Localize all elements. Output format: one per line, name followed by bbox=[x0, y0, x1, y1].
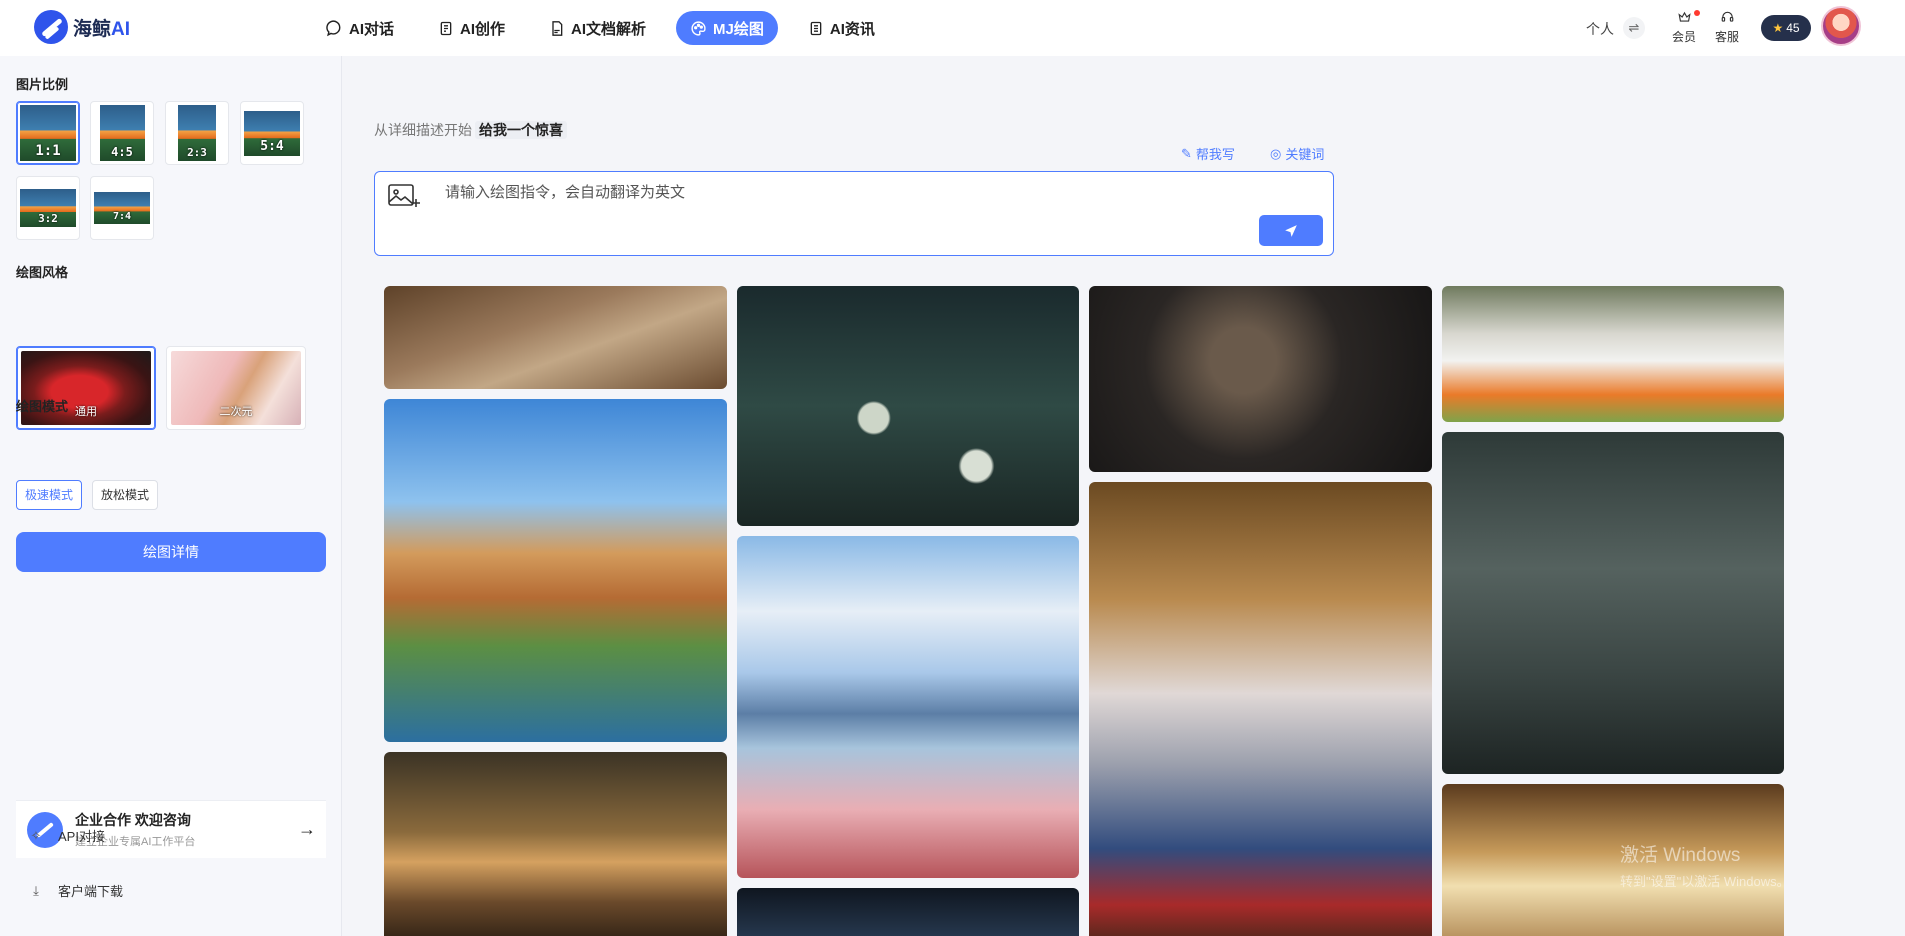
send-button[interactable] bbox=[1259, 215, 1323, 246]
surprise-me-button[interactable]: 给我一个惊喜 bbox=[475, 121, 567, 139]
windows-activation-watermark: 激活 Windows 转到"设置"以激活 Windows。 bbox=[1620, 845, 1790, 889]
nav-ai-create[interactable]: AI创作 bbox=[424, 11, 519, 45]
personal-label[interactable]: 个人 bbox=[1586, 19, 1614, 39]
ratio-option-2-3[interactable]: 2:3 bbox=[165, 101, 229, 165]
ratio-option-1-1[interactable]: 1:1 bbox=[16, 101, 80, 165]
ratio-thumbnail: 1:1 bbox=[20, 105, 76, 161]
help-write-button[interactable]: ✎ 帮我写 bbox=[1181, 144, 1235, 163]
main-nav: AI对话 AI创作 AI文档解析 MJ绘图 AI资讯 bbox=[312, 11, 905, 45]
image-gallery bbox=[374, 286, 1864, 936]
download-icon: ⤓ bbox=[33, 882, 39, 898]
send-icon bbox=[1285, 224, 1297, 237]
gallery-image[interactable] bbox=[384, 752, 727, 936]
notebook-icon bbox=[440, 21, 452, 35]
gallery-image[interactable] bbox=[1442, 432, 1784, 774]
keywords-button[interactable]: ◎ 关键词 bbox=[1270, 144, 1324, 163]
prompt-box bbox=[374, 171, 1334, 256]
app-logo[interactable]: 海鲸AI bbox=[34, 10, 130, 44]
prompt-input[interactable] bbox=[445, 180, 1185, 204]
user-avatar[interactable] bbox=[1821, 6, 1861, 46]
chat-bubble-icon bbox=[326, 19, 341, 36]
top-header: 海鲸AI AI对话 AI创作 AI文档解析 MJ绘图 AI资讯 个人 ⇌ 会员 … bbox=[0, 0, 1905, 56]
ratio-thumbnail: 7:4 bbox=[94, 192, 150, 224]
draw-detail-button[interactable]: 绘图详情 bbox=[16, 532, 326, 572]
logo-text: 海鲸AI bbox=[73, 18, 131, 40]
gallery-image[interactable] bbox=[1442, 286, 1784, 422]
nav-ai-news[interactable]: AI资讯 bbox=[794, 11, 889, 45]
swap-icon[interactable]: ⇌ bbox=[1623, 17, 1645, 39]
gallery-image[interactable] bbox=[1089, 482, 1432, 936]
news-icon bbox=[810, 21, 822, 35]
ratio-thumbnail: 3:2 bbox=[20, 189, 76, 227]
ratio-title: 图片比例 bbox=[16, 77, 69, 92]
palette-icon bbox=[691, 20, 706, 36]
style-option-anime[interactable]: 二次元 bbox=[166, 346, 306, 430]
vip-button[interactable]: 会员 bbox=[1668, 10, 1700, 45]
ratio-thumbnail: 4:5 bbox=[99, 105, 145, 161]
notification-dot bbox=[1694, 10, 1700, 16]
arrow-right-icon: → bbox=[298, 819, 316, 839]
mode-fast-button[interactable]: 极速模式 bbox=[16, 480, 83, 510]
ratio-option-3-2[interactable]: 3:2 bbox=[16, 176, 80, 240]
headset-icon bbox=[1711, 10, 1743, 27]
edit-icon: ✎ bbox=[1181, 145, 1192, 161]
target-icon: ◎ bbox=[1270, 145, 1282, 161]
nav-mj-draw[interactable]: MJ绘图 bbox=[676, 11, 778, 45]
ratio-thumbnail: 5:4 bbox=[244, 110, 300, 156]
style-option-general[interactable]: 通用 bbox=[16, 346, 156, 430]
ratio-option-7-4[interactable]: 7:4 bbox=[90, 176, 154, 240]
gallery-image[interactable] bbox=[737, 536, 1079, 878]
service-button[interactable]: 客服 bbox=[1711, 10, 1743, 45]
api-link[interactable]: ✧ API对接 bbox=[28, 826, 105, 845]
ratio-option-4-5[interactable]: 4:5 bbox=[90, 101, 154, 165]
gallery-image[interactable] bbox=[737, 888, 1079, 936]
points-badge[interactable]: ★ 45 bbox=[1761, 15, 1811, 41]
mode-title: 绘图模式 bbox=[16, 399, 69, 414]
ratio-option-5-4[interactable]: 5:4 bbox=[240, 101, 304, 165]
nav-ai-doc[interactable]: AI文档解析 bbox=[535, 11, 660, 45]
gallery-image[interactable] bbox=[384, 399, 727, 742]
style-title: 绘图风格 bbox=[16, 265, 69, 280]
gallery-image[interactable] bbox=[1089, 286, 1432, 472]
prompt-hint: 从详细描述开始 给我一个惊喜 bbox=[374, 120, 567, 140]
image-upload-icon[interactable] bbox=[387, 182, 421, 210]
logo-mark-icon bbox=[34, 10, 68, 44]
pdf-file-icon bbox=[552, 20, 563, 36]
nav-ai-chat[interactable]: AI对话 bbox=[312, 11, 408, 45]
ratio-thumbnail: 2:3 bbox=[178, 105, 216, 161]
left-sidebar: 图片比例 1:1 4:5 2:3 5:4 3:2 7:4 绘图风格 通用 二次元… bbox=[0, 56, 342, 936]
style-thumbnail: 二次元 bbox=[171, 351, 301, 425]
gallery-image[interactable] bbox=[737, 286, 1079, 526]
gallery-image[interactable] bbox=[384, 286, 727, 389]
star-icon: ★ bbox=[1772, 21, 1784, 35]
download-link[interactable]: ⤓ 客户端下载 bbox=[28, 881, 123, 900]
mode-relax-button[interactable]: 放松模式 bbox=[92, 480, 159, 510]
api-connect-icon: ✧ bbox=[30, 827, 42, 843]
